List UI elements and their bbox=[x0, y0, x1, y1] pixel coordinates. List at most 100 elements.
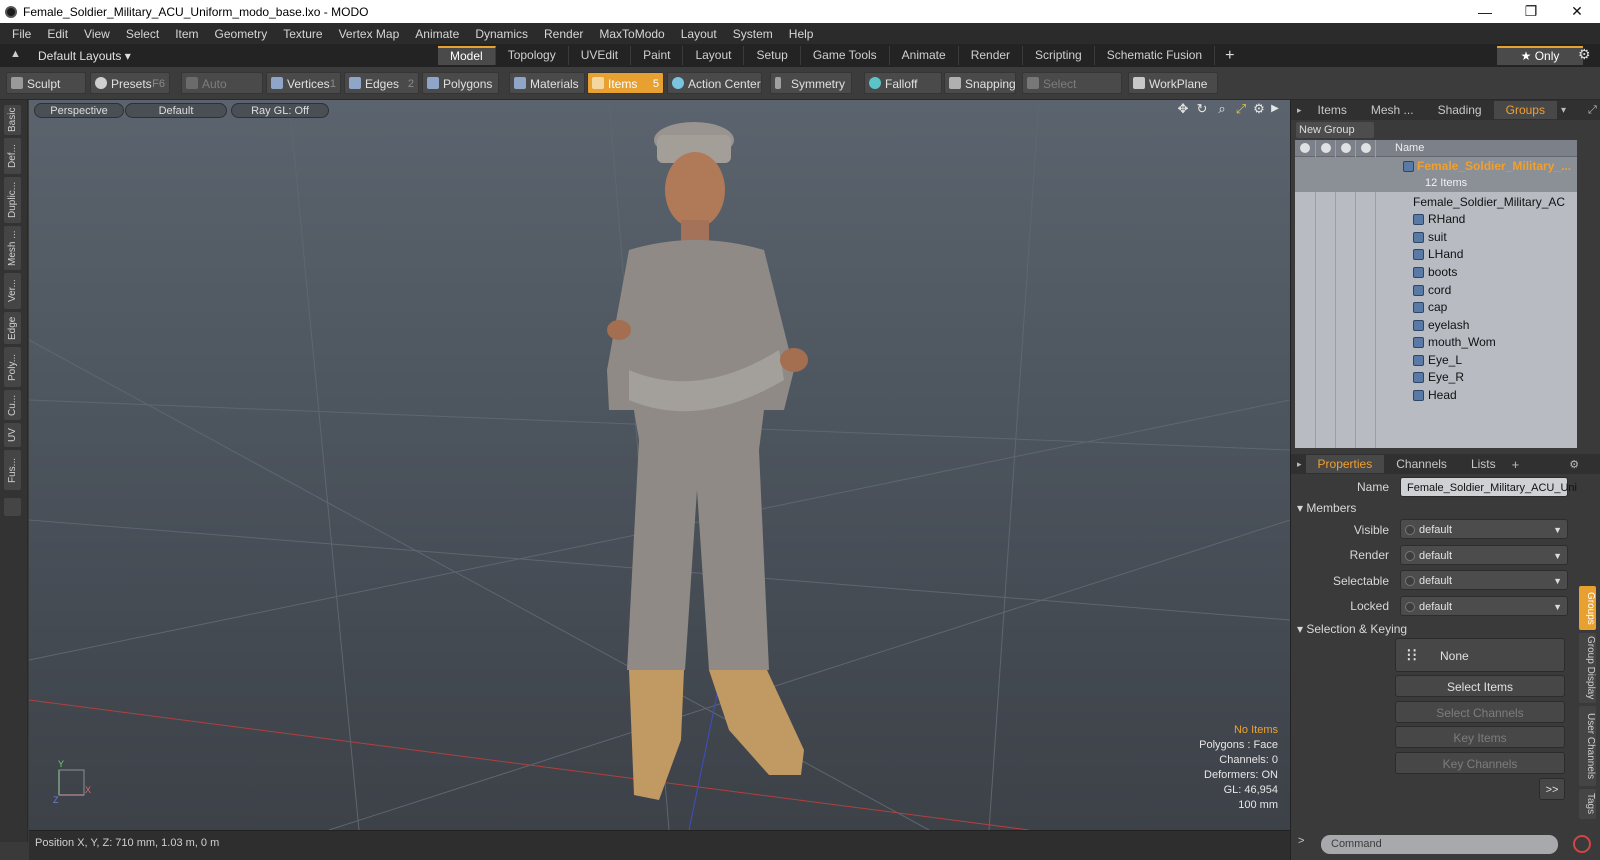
snapping-button[interactable]: Snapping bbox=[944, 72, 1016, 94]
materials-button[interactable]: Materials bbox=[509, 72, 585, 94]
menu-texture[interactable]: Texture bbox=[275, 27, 330, 41]
tab-fusion[interactable]: Fus... bbox=[4, 450, 21, 490]
tab-setup[interactable]: Setup bbox=[744, 46, 801, 65]
menu-view[interactable]: View bbox=[76, 27, 118, 41]
select-col-icon[interactable] bbox=[1341, 143, 1351, 153]
none-selector[interactable]: ⁝⁝ None bbox=[1395, 638, 1565, 672]
lock-col-icon[interactable] bbox=[1361, 143, 1371, 153]
side-tab-tags[interactable]: Tags bbox=[1579, 789, 1596, 819]
menu-edit[interactable]: Edit bbox=[39, 27, 76, 41]
select-through-button[interactable]: Select Through bbox=[1022, 72, 1122, 113]
tab-model[interactable]: Model bbox=[438, 46, 496, 65]
tab-deform[interactable]: Def... bbox=[4, 138, 21, 174]
close-button[interactable]: ✕ bbox=[1554, 0, 1600, 23]
selection-keying-section[interactable]: ▾ Selection & Keying bbox=[1297, 622, 1407, 636]
tab-game-tools[interactable]: Game Tools bbox=[801, 46, 890, 65]
visible-dropdown[interactable]: default ▼ bbox=[1400, 519, 1568, 539]
only-toggle[interactable]: ★ Only bbox=[1497, 46, 1583, 65]
list-item[interactable]: cap bbox=[1295, 298, 1577, 316]
tab-schematic-fusion[interactable]: Schematic Fusion bbox=[1095, 46, 1216, 65]
list-item[interactable]: suit bbox=[1295, 228, 1577, 246]
visibility-col-icon[interactable] bbox=[1300, 143, 1310, 153]
tab-topology[interactable]: Topology bbox=[496, 46, 569, 65]
add-tab-icon[interactable]: + bbox=[1225, 47, 1234, 65]
key-channels-button[interactable]: Key Channels bbox=[1395, 752, 1565, 774]
rotate-icon[interactable]: ↻ bbox=[1195, 102, 1209, 116]
list-item[interactable]: Head bbox=[1295, 386, 1577, 404]
panel-arrow-icon[interactable]: ▸ bbox=[1297, 105, 1302, 116]
tab-shading[interactable]: Shading bbox=[1426, 101, 1494, 119]
group-name-input[interactable]: Female_Soldier_Military_ACU_Uni bbox=[1400, 477, 1577, 497]
tab-items[interactable]: Items bbox=[1306, 101, 1359, 119]
render-dropdown[interactable]: default ▼ bbox=[1400, 545, 1568, 565]
locked-dropdown[interactable]: default ▼ bbox=[1400, 596, 1568, 616]
members-section[interactable]: ▾ Members bbox=[1297, 501, 1356, 515]
tab-edge[interactable]: Edge bbox=[4, 312, 21, 344]
menu-render[interactable]: Render bbox=[536, 27, 591, 41]
tab-properties[interactable]: Properties bbox=[1305, 455, 1385, 473]
tab-scripting[interactable]: Scripting bbox=[1023, 46, 1095, 65]
menu-system[interactable]: System bbox=[725, 27, 781, 41]
menu-animate[interactable]: Animate bbox=[407, 27, 467, 41]
collapse-icon[interactable]: ▲ bbox=[10, 48, 21, 60]
render-col-icon[interactable] bbox=[1321, 143, 1331, 153]
select-items-button[interactable]: Select Items bbox=[1395, 675, 1565, 697]
tab-groups[interactable]: Groups bbox=[1493, 101, 1557, 119]
list-item[interactable]: Eye_R bbox=[1295, 368, 1577, 386]
list-item[interactable]: eyelash bbox=[1295, 316, 1577, 334]
side-tab-group-display[interactable]: Group Display bbox=[1579, 633, 1596, 703]
menu-maxtomodo[interactable]: MaxToModo bbox=[591, 27, 672, 41]
command-input[interactable]: Command bbox=[1321, 835, 1558, 854]
viewport-menu-arrow-icon[interactable]: ▶ bbox=[1268, 102, 1282, 116]
key-items-button[interactable]: Key Items bbox=[1395, 726, 1565, 748]
tabs-dropdown-icon[interactable]: ▾ bbox=[1561, 105, 1566, 116]
sculpt-button[interactable]: Sculpt bbox=[6, 72, 86, 94]
menu-item[interactable]: Item bbox=[167, 27, 206, 41]
expand-panel-icon[interactable]: ⤢ bbox=[1588, 104, 1597, 117]
tab-basic[interactable]: Basic bbox=[4, 105, 21, 135]
tab-render[interactable]: Render bbox=[959, 46, 1024, 65]
edges-button[interactable]: Edges 2 bbox=[344, 72, 419, 94]
menu-vertex-map[interactable]: Vertex Map bbox=[331, 27, 408, 41]
tab-animate[interactable]: Animate bbox=[890, 46, 959, 65]
falloff-button[interactable]: Falloff bbox=[864, 72, 942, 94]
viewport-settings-icon[interactable]: ⚙ bbox=[1252, 102, 1266, 116]
maximize-button[interactable]: ❐ bbox=[1508, 0, 1554, 23]
menu-geometry[interactable]: Geometry bbox=[207, 27, 276, 41]
tab-extra[interactable] bbox=[4, 498, 21, 516]
raygl-toggle[interactable]: Ray GL: Off bbox=[231, 103, 329, 118]
list-item[interactable]: Eye_L bbox=[1295, 351, 1577, 369]
items-button[interactable]: Items 5 bbox=[587, 72, 664, 94]
new-group-button[interactable]: New Group bbox=[1296, 122, 1374, 138]
tab-uvedit[interactable]: UVEdit bbox=[569, 46, 632, 65]
tab-mesh[interactable]: Mesh ... bbox=[4, 226, 21, 270]
tab-channels[interactable]: Channels bbox=[1384, 455, 1459, 473]
menu-file[interactable]: File bbox=[4, 27, 39, 41]
list-item[interactable]: mouth_Wom bbox=[1295, 333, 1577, 351]
vertices-button[interactable]: Vertices 1 bbox=[266, 72, 341, 94]
auto-select-button[interactable]: Auto Select bbox=[181, 72, 263, 113]
perspective-dropdown[interactable]: Perspective bbox=[34, 103, 124, 118]
tab-vertex[interactable]: Ver... bbox=[4, 273, 21, 309]
side-tab-groups[interactable]: Groups bbox=[1579, 586, 1596, 630]
soldier-model[interactable] bbox=[589, 110, 849, 810]
action-center-button[interactable]: Action Center bbox=[667, 72, 762, 94]
minimize-button[interactable]: — bbox=[1462, 0, 1508, 23]
menu-help[interactable]: Help bbox=[781, 27, 822, 41]
selectable-dropdown[interactable]: default ▼ bbox=[1400, 570, 1568, 590]
list-item[interactable]: boots bbox=[1295, 263, 1577, 281]
presets-button[interactable]: Presets F6 bbox=[90, 72, 170, 94]
menu-layout[interactable]: Layout bbox=[673, 27, 725, 41]
gear-icon[interactable]: ⚙ bbox=[1578, 46, 1591, 63]
panel-arrow-icon[interactable]: ▸ bbox=[1297, 459, 1302, 470]
tab-duplicate[interactable]: Duplic... bbox=[4, 177, 21, 223]
menu-select[interactable]: Select bbox=[118, 27, 167, 41]
tab-uv[interactable]: UV bbox=[4, 423, 21, 447]
zoom-icon[interactable]: ⌕ bbox=[1215, 102, 1229, 116]
shading-dropdown[interactable]: Default bbox=[125, 103, 227, 118]
settings-icon[interactable]: ⚙ bbox=[1569, 458, 1579, 471]
tab-mesh[interactable]: Mesh ... bbox=[1359, 101, 1426, 119]
3d-viewport[interactable]: Perspective Default Ray GL: Off ✥ ↻ ⌕ ⤢ … bbox=[29, 100, 1290, 830]
list-item[interactable]: RHand bbox=[1295, 210, 1577, 228]
tab-layout[interactable]: Layout bbox=[683, 46, 745, 65]
